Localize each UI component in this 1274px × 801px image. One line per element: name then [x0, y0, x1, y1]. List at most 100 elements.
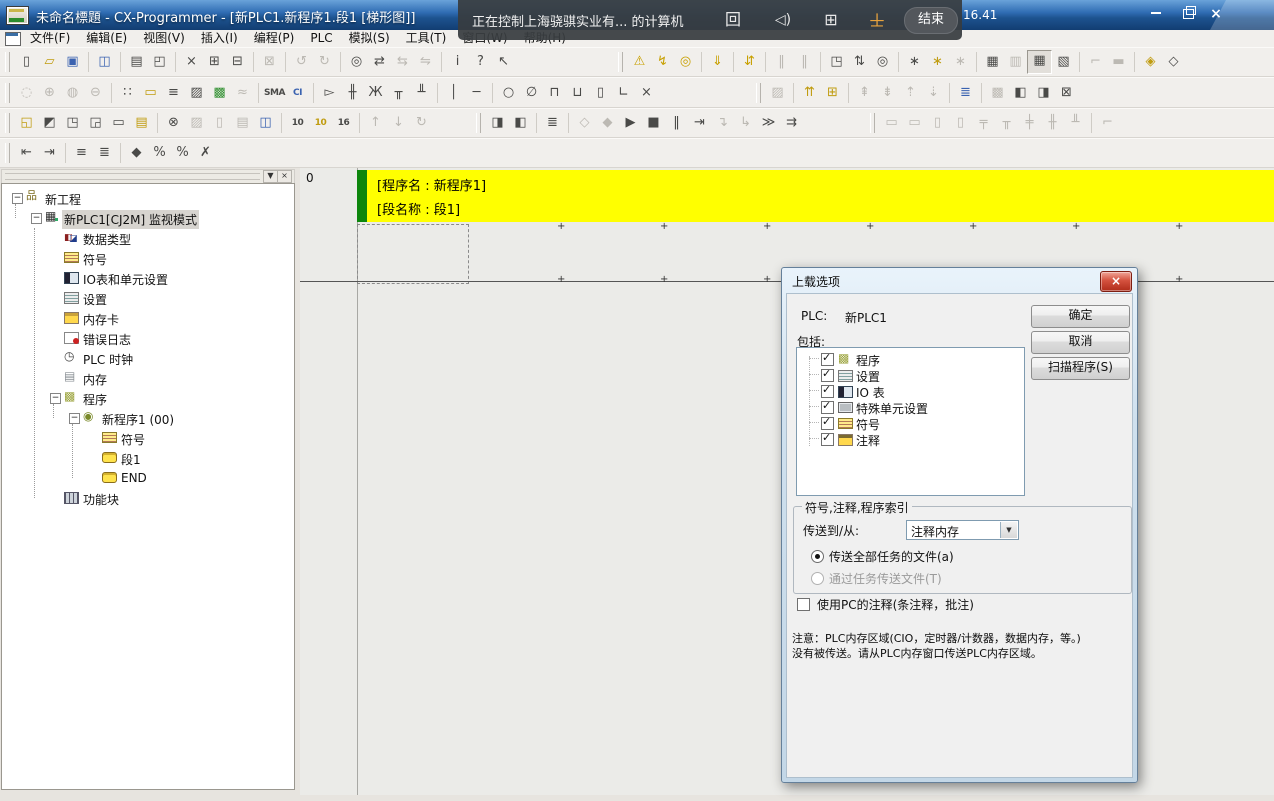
tree-item-memory[interactable]: 内存: [2, 368, 294, 388]
time-chart-button[interactable]: ▯: [926, 112, 949, 134]
protect-set-button[interactable]: ◈: [1139, 51, 1162, 73]
search-replace-button[interactable]: ⇄: [368, 51, 391, 73]
sim-break-set-button[interactable]: ◇: [573, 112, 596, 134]
include-checkbox-symbols[interactable]: ✓: [821, 417, 834, 430]
monitor-box-button[interactable]: ▨: [185, 82, 208, 104]
sim-step-in-button[interactable]: ↴: [711, 112, 734, 134]
local-window-a-button[interactable]: ▨: [185, 112, 208, 134]
replace-next-button[interactable]: ⇆: [391, 51, 414, 73]
sim-play-button[interactable]: ▶: [619, 112, 642, 134]
sim-step-button[interactable]: ⇥: [688, 112, 711, 134]
diff-up-percent-button[interactable]: %: [148, 142, 171, 164]
new-button[interactable]: ▯: [15, 51, 38, 73]
tree-item-plc-clock[interactable]: PLC 时钟: [2, 348, 294, 368]
include-item-io-table[interactable]: ✓IO 表: [797, 383, 1024, 399]
open-button[interactable]: ▱: [38, 51, 61, 73]
find-report-button[interactable]: ◫: [93, 51, 116, 73]
view-tile-v-button[interactable]: ◲: [84, 112, 107, 134]
chevron-down-icon[interactable]: ▼: [1000, 522, 1017, 538]
connect-line-button[interactable]: ∟: [612, 82, 635, 104]
watch-window-button[interactable]: ▩: [986, 82, 1009, 104]
tree-item-program1[interactable]: −新程序1 (00): [2, 408, 294, 428]
restore-button[interactable]: [1175, 6, 1201, 27]
save-button[interactable]: ▣: [61, 51, 84, 73]
mode-monitor-button[interactable]: ▦: [1027, 50, 1052, 74]
diff-monitor-down-button[interactable]: ╥: [995, 112, 1018, 134]
use-pc-comments-checkbox[interactable]: [797, 598, 810, 611]
tree-item-error-log[interactable]: 错误日志: [2, 328, 294, 348]
include-item-settings[interactable]: ✓设置: [797, 367, 1024, 383]
workspace-close-button[interactable]: ×: [277, 170, 292, 183]
tree-item-program1-symbols[interactable]: 符号: [2, 428, 294, 448]
step-condition-button[interactable]: ⌐: [1084, 51, 1107, 73]
clear-diff-button[interactable]: ✗: [194, 142, 217, 164]
paste-program-button[interactable]: ⊠: [258, 51, 281, 73]
online-edit-box-button[interactable]: ⊞: [821, 82, 844, 104]
close-button[interactable]: ×: [1203, 6, 1229, 24]
jump-prev-address-button[interactable]: ⇣: [922, 82, 945, 104]
format-hex-button[interactable]: 16: [332, 112, 355, 134]
bookmark-button[interactable]: ◆: [125, 142, 148, 164]
work-online-button[interactable]: ⚠: [628, 51, 651, 73]
sim-stop-button[interactable]: ■: [642, 112, 665, 134]
pause-flags-button[interactable]: ▨: [766, 82, 789, 104]
about-button[interactable]: i: [446, 51, 469, 73]
fullscreen-icon[interactable]: [720, 8, 746, 32]
jump-set-button[interactable]: ⇞: [853, 82, 876, 104]
sim-to-end-button[interactable]: ⇉: [780, 112, 803, 134]
tree-item-section1[interactable]: 段1: [2, 448, 294, 468]
tree-item-end[interactable]: END: [2, 468, 294, 488]
show-rung-list-button[interactable]: ≡: [70, 142, 93, 164]
local-window-b-button[interactable]: ▯: [208, 112, 231, 134]
force-on-button[interactable]: ◧: [1009, 82, 1032, 104]
context-help-button[interactable]: ↖: [492, 51, 515, 73]
program-check-button[interactable]: ◳: [825, 51, 848, 73]
set-box-button[interactable]: ⊓: [543, 82, 566, 104]
tree-item-io-table[interactable]: IO表和单元设置: [2, 268, 294, 288]
tree-item-data-types[interactable]: 数据类型: [2, 228, 294, 248]
transfer-all-tasks-radio[interactable]: [811, 550, 824, 563]
print-button[interactable]: ▤: [125, 51, 148, 73]
sim-break-clear-button[interactable]: ◆: [596, 112, 619, 134]
include-checkbox-settings[interactable]: ✓: [821, 369, 834, 382]
scan-program-button[interactable]: 扫描程序(S): [1031, 357, 1130, 380]
sim-console-button[interactable]: ≣: [541, 112, 564, 134]
online-edit-begin-button[interactable]: ╪: [1018, 112, 1041, 134]
online-compare-button[interactable]: ◎: [674, 51, 697, 73]
expand-toggle-icon[interactable]: −: [31, 213, 42, 224]
ok-button[interactable]: 确定: [1031, 305, 1130, 328]
view-plain-button[interactable]: ▭: [107, 112, 130, 134]
tree-item-project[interactable]: −新工程: [2, 188, 294, 208]
compile-symbols-button[interactable]: ∗: [903, 51, 926, 73]
zoom-button[interactable]: ◌: [15, 82, 38, 104]
monitor-add-icon[interactable]: [818, 8, 844, 32]
contact-closed-button[interactable]: Ж: [364, 82, 387, 104]
view-tile-h-button[interactable]: ◳: [61, 112, 84, 134]
properties-button[interactable]: ▤: [130, 112, 153, 134]
include-item-program[interactable]: ✓程序: [797, 351, 1024, 367]
tree-item-plc1[interactable]: −新PLC1[CJ2M] 监视模式: [2, 208, 294, 228]
sim-step-over-button[interactable]: ↳: [734, 112, 757, 134]
monitor-button[interactable]: ↯: [651, 51, 674, 73]
format-signed-decimal-button[interactable]: 10: [309, 112, 332, 134]
minimize-button[interactable]: [1143, 6, 1169, 24]
zoom-in-button[interactable]: ⊕: [38, 82, 61, 104]
paste-button[interactable]: ⊟: [226, 51, 249, 73]
online-edit-cancel-button[interactable]: ╨: [1064, 112, 1087, 134]
pause-monitor-button[interactable]: ‖: [770, 51, 793, 73]
indent-rung-button[interactable]: ⇥: [38, 142, 61, 164]
data-trace-button[interactable]: ▯: [949, 112, 972, 134]
coil-closed-button[interactable]: ∅: [520, 82, 543, 104]
replace-prev-button[interactable]: ⇋: [414, 51, 437, 73]
rung-colors-button[interactable]: ▩: [208, 82, 231, 104]
grid-button[interactable]: ∷: [116, 82, 139, 104]
format-decimal-button[interactable]: 10: [286, 112, 309, 134]
help-topics-button[interactable]: ?: [469, 51, 492, 73]
transfer-unit-button[interactable]: ⇵: [738, 51, 761, 73]
sim-window-b-button[interactable]: ◧: [509, 112, 532, 134]
program-lookup-button[interactable]: ◎: [871, 51, 894, 73]
diff-down-percent-button[interactable]: %: [171, 142, 194, 164]
program-transfer-button[interactable]: ⇅: [848, 51, 871, 73]
zoom-fit-button[interactable]: ◍: [61, 82, 84, 104]
expand-toggle-icon[interactable]: −: [12, 193, 23, 204]
